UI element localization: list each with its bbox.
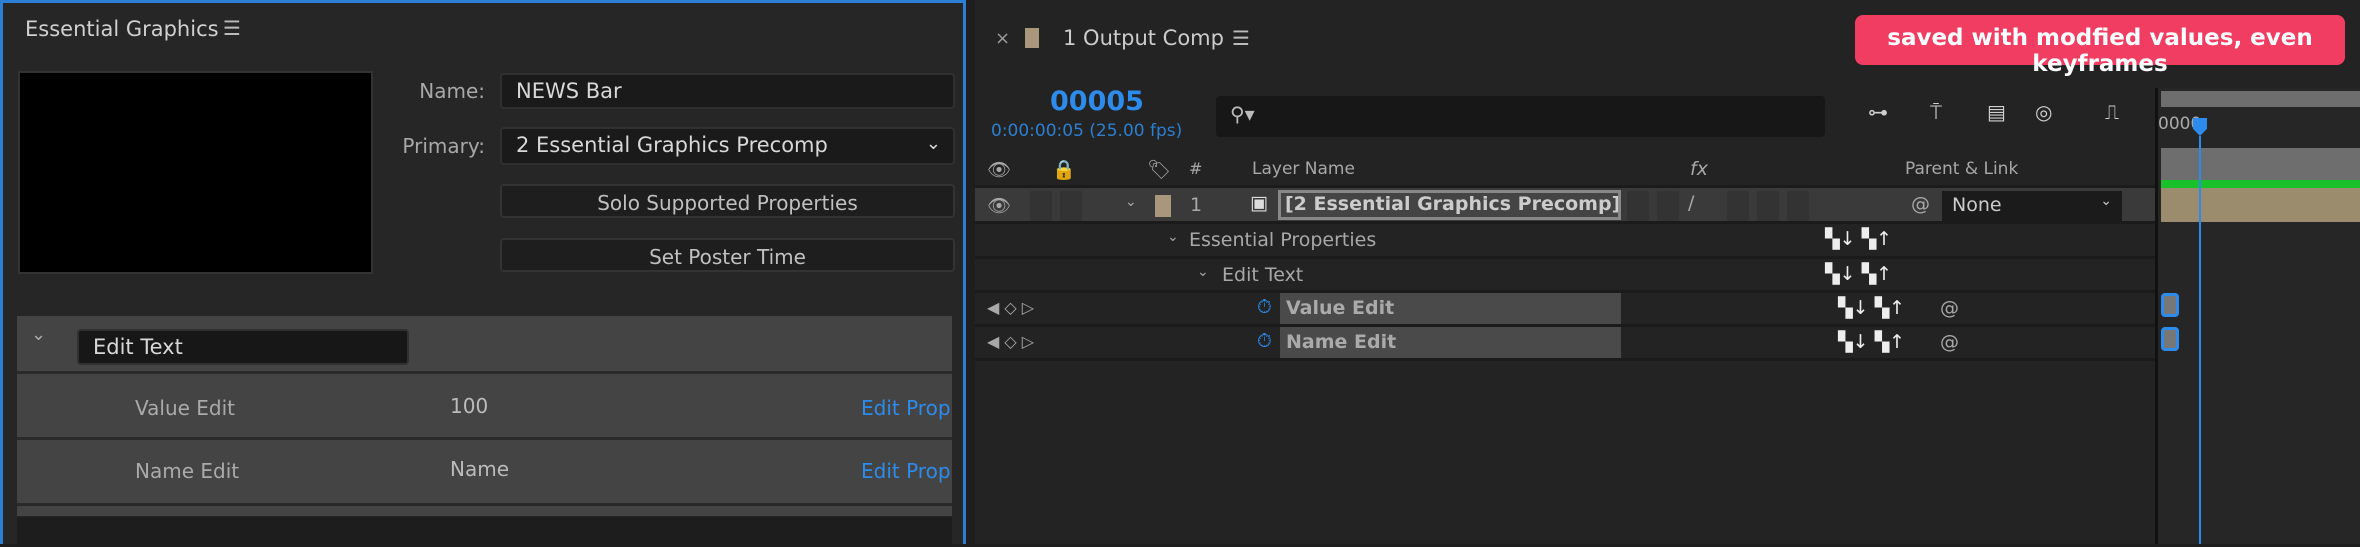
group-name: Edit Text xyxy=(1222,264,1304,286)
property-name: Value Edit xyxy=(135,396,236,420)
layer-bar[interactable] xyxy=(2161,188,2360,222)
motion-blur-icon[interactable]: ◎ xyxy=(2035,100,2052,124)
group-row[interactable]: ⌄ Essential Properties ▚↓ ▚↑ xyxy=(975,224,2155,259)
pick-whip-icon[interactable]: @ xyxy=(1911,193,1930,215)
expression-pick-whip-icon[interactable]: @ xyxy=(1940,297,1959,319)
stopwatch-icon[interactable]: ⏱ xyxy=(1257,296,1272,318)
video-eye-icon: 👁 xyxy=(987,159,1012,181)
layer-name-header[interactable]: Layer Name xyxy=(1252,159,1355,179)
properties-group: ⌄ Edit Text Value Edit 100 Edit Prop Nam… xyxy=(17,316,952,516)
timecode-detail: 0:00:00:05 (25.00 fps) xyxy=(991,121,1183,141)
quality-icon[interactable]: / xyxy=(1688,192,1694,214)
edit-prop-link[interactable]: Edit Prop xyxy=(861,459,952,483)
expand-chevron-icon[interactable]: ⌄ xyxy=(1197,264,1209,280)
graph-editor-icon[interactable]: ⎍ xyxy=(2105,100,2119,124)
property-row[interactable]: ◀ ◇ ▷ ⏱ Value Edit ▚↓ ▚↑ @ xyxy=(975,293,2155,327)
name-input[interactable]: NEWS Bar xyxy=(500,73,955,109)
lock-icon: 🔒 xyxy=(1052,159,1076,181)
work-area-bar[interactable] xyxy=(2161,91,2360,107)
number-header: # xyxy=(1189,159,1203,178)
layer-label-swatch[interactable] xyxy=(1155,195,1171,217)
tab-menu-icon[interactable]: ☰ xyxy=(1232,26,1250,50)
group-name-input[interactable]: Edit Text xyxy=(77,329,409,365)
layer-name[interactable]: [2 Essential Graphics Precomp] xyxy=(1278,190,1621,220)
playhead-line xyxy=(2199,136,2201,544)
group-name: Essential Properties xyxy=(1189,229,1377,251)
expand-chevron-icon[interactable]: ⌄ xyxy=(1167,229,1179,245)
expression-pick-whip-icon[interactable]: @ xyxy=(1940,331,1959,353)
time-graph-area[interactable]: 0000 xyxy=(2155,88,2360,544)
expand-chevron-icon[interactable]: ⌄ xyxy=(1125,194,1137,210)
group-collapse-chevron-icon[interactable]: ⌄ xyxy=(31,324,46,345)
name-label: Name: xyxy=(419,79,485,103)
frame-blending-icon[interactable]: ▤ xyxy=(1987,100,2006,124)
property-name[interactable]: Value Edit xyxy=(1280,293,1621,324)
solo-supported-properties-button[interactable]: Solo Supported Properties xyxy=(500,184,955,218)
keyframe-navigator-icon[interactable]: ◀ ◇ ▷ xyxy=(987,298,1034,317)
panel-title: Essential Graphics xyxy=(25,17,219,41)
group-row[interactable]: ⌄ Edit Text ▚↓ ▚↑ xyxy=(975,259,2155,293)
visibility-eye-icon[interactable]: 👁 xyxy=(987,194,1011,217)
label-tag-icon: 🏷 xyxy=(1147,159,1172,181)
primary-label: Primary: xyxy=(402,134,485,158)
property-row[interactable]: ◀ ◇ ▷ ⏱ Name Edit ▚↓ ▚↑ @ xyxy=(975,327,2155,361)
panel-menu-icon[interactable]: ☰ xyxy=(223,16,241,40)
poster-preview xyxy=(18,71,373,274)
stopwatch-icon[interactable]: ⏱ xyxy=(1257,330,1272,352)
layer-number: 1 xyxy=(1190,194,1203,216)
property-value[interactable]: 100 xyxy=(450,394,488,418)
render-bar xyxy=(2161,180,2360,188)
property-value[interactable]: Name xyxy=(450,457,509,481)
composition-flowchart-icon[interactable]: ⊶ xyxy=(1868,100,1888,124)
search-icon: ⚲▾ xyxy=(1230,102,1255,126)
keyframe-marker[interactable] xyxy=(2161,327,2179,351)
precomp-icon: ▣ xyxy=(1250,192,1268,214)
sync-arrows-icon[interactable]: ▚↓ ▚↑ xyxy=(1825,263,1892,285)
primary-dropdown[interactable]: 2 Essential Graphics Precomp ⌄ xyxy=(500,127,955,165)
parent-dropdown[interactable]: None ⌄ xyxy=(1942,191,2122,221)
timeline-panel: × 1 Output Comp ☰ saved with modfied val… xyxy=(975,0,2360,544)
fx-header: fx xyxy=(1690,158,1708,180)
chevron-down-icon: ⌄ xyxy=(925,133,941,154)
sync-arrows-icon[interactable]: ▚↓ ▚↑ xyxy=(1838,297,1905,319)
sync-arrows-icon[interactable]: ▚↓ ▚↑ xyxy=(1825,228,1892,250)
chevron-down-icon: ⌄ xyxy=(2100,193,2112,209)
draft-3d-icon[interactable]: ⍑ xyxy=(1930,100,1942,124)
primary-value: 2 Essential Graphics Precomp xyxy=(516,133,828,157)
parent-link-header: Parent & Link xyxy=(1905,159,2019,179)
comp-color-swatch xyxy=(1025,28,1039,48)
property-name: Name Edit xyxy=(135,459,240,483)
comp-tab-title[interactable]: 1 Output Comp xyxy=(1063,26,1224,50)
layer-header-row: 👁 🔒 🏷 # Layer Name fx Parent & Link xyxy=(975,152,2155,188)
close-tab-icon[interactable]: × xyxy=(995,28,1010,49)
keyframe-marker[interactable] xyxy=(2161,293,2179,317)
edit-prop-link[interactable]: Edit Prop xyxy=(861,396,952,420)
layer-row[interactable]: 👁 ⌄ 1 ▣ [2 Essential Graphics Precomp] /… xyxy=(975,188,2155,224)
property-name[interactable]: Name Edit xyxy=(1280,327,1621,358)
parent-value: None xyxy=(1952,194,2002,216)
layer-search-input[interactable]: ⚲▾ xyxy=(1216,96,1825,137)
essential-graphics-panel: Essential Graphics ☰ Name: NEWS Bar Prim… xyxy=(0,0,966,547)
keyframe-navigator-icon[interactable]: ◀ ◇ ▷ xyxy=(987,332,1034,351)
annotation-badge: saved with modfied values, even keyframe… xyxy=(1855,15,2345,77)
sync-arrows-icon[interactable]: ▚↓ ▚↑ xyxy=(1838,331,1905,353)
current-timecode[interactable]: 00005 xyxy=(1050,86,1144,117)
set-poster-time-button[interactable]: Set Poster Time xyxy=(500,238,955,272)
